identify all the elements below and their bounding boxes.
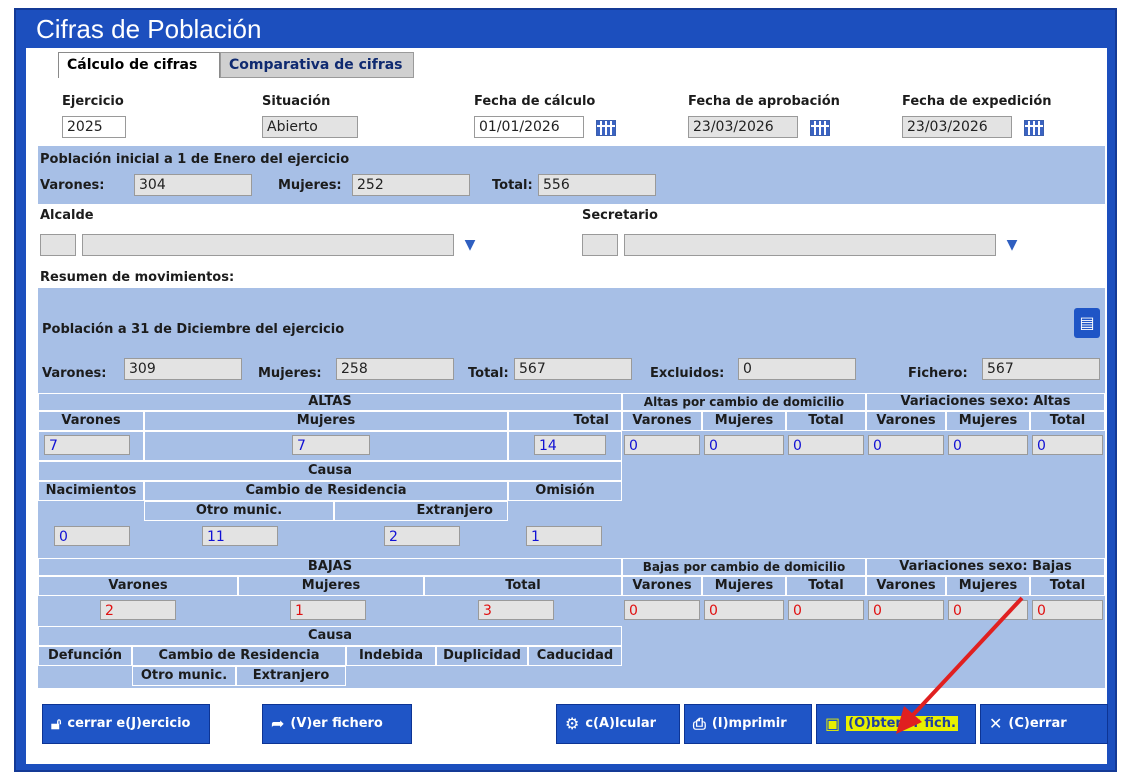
annotation-arrow <box>896 596 1024 734</box>
